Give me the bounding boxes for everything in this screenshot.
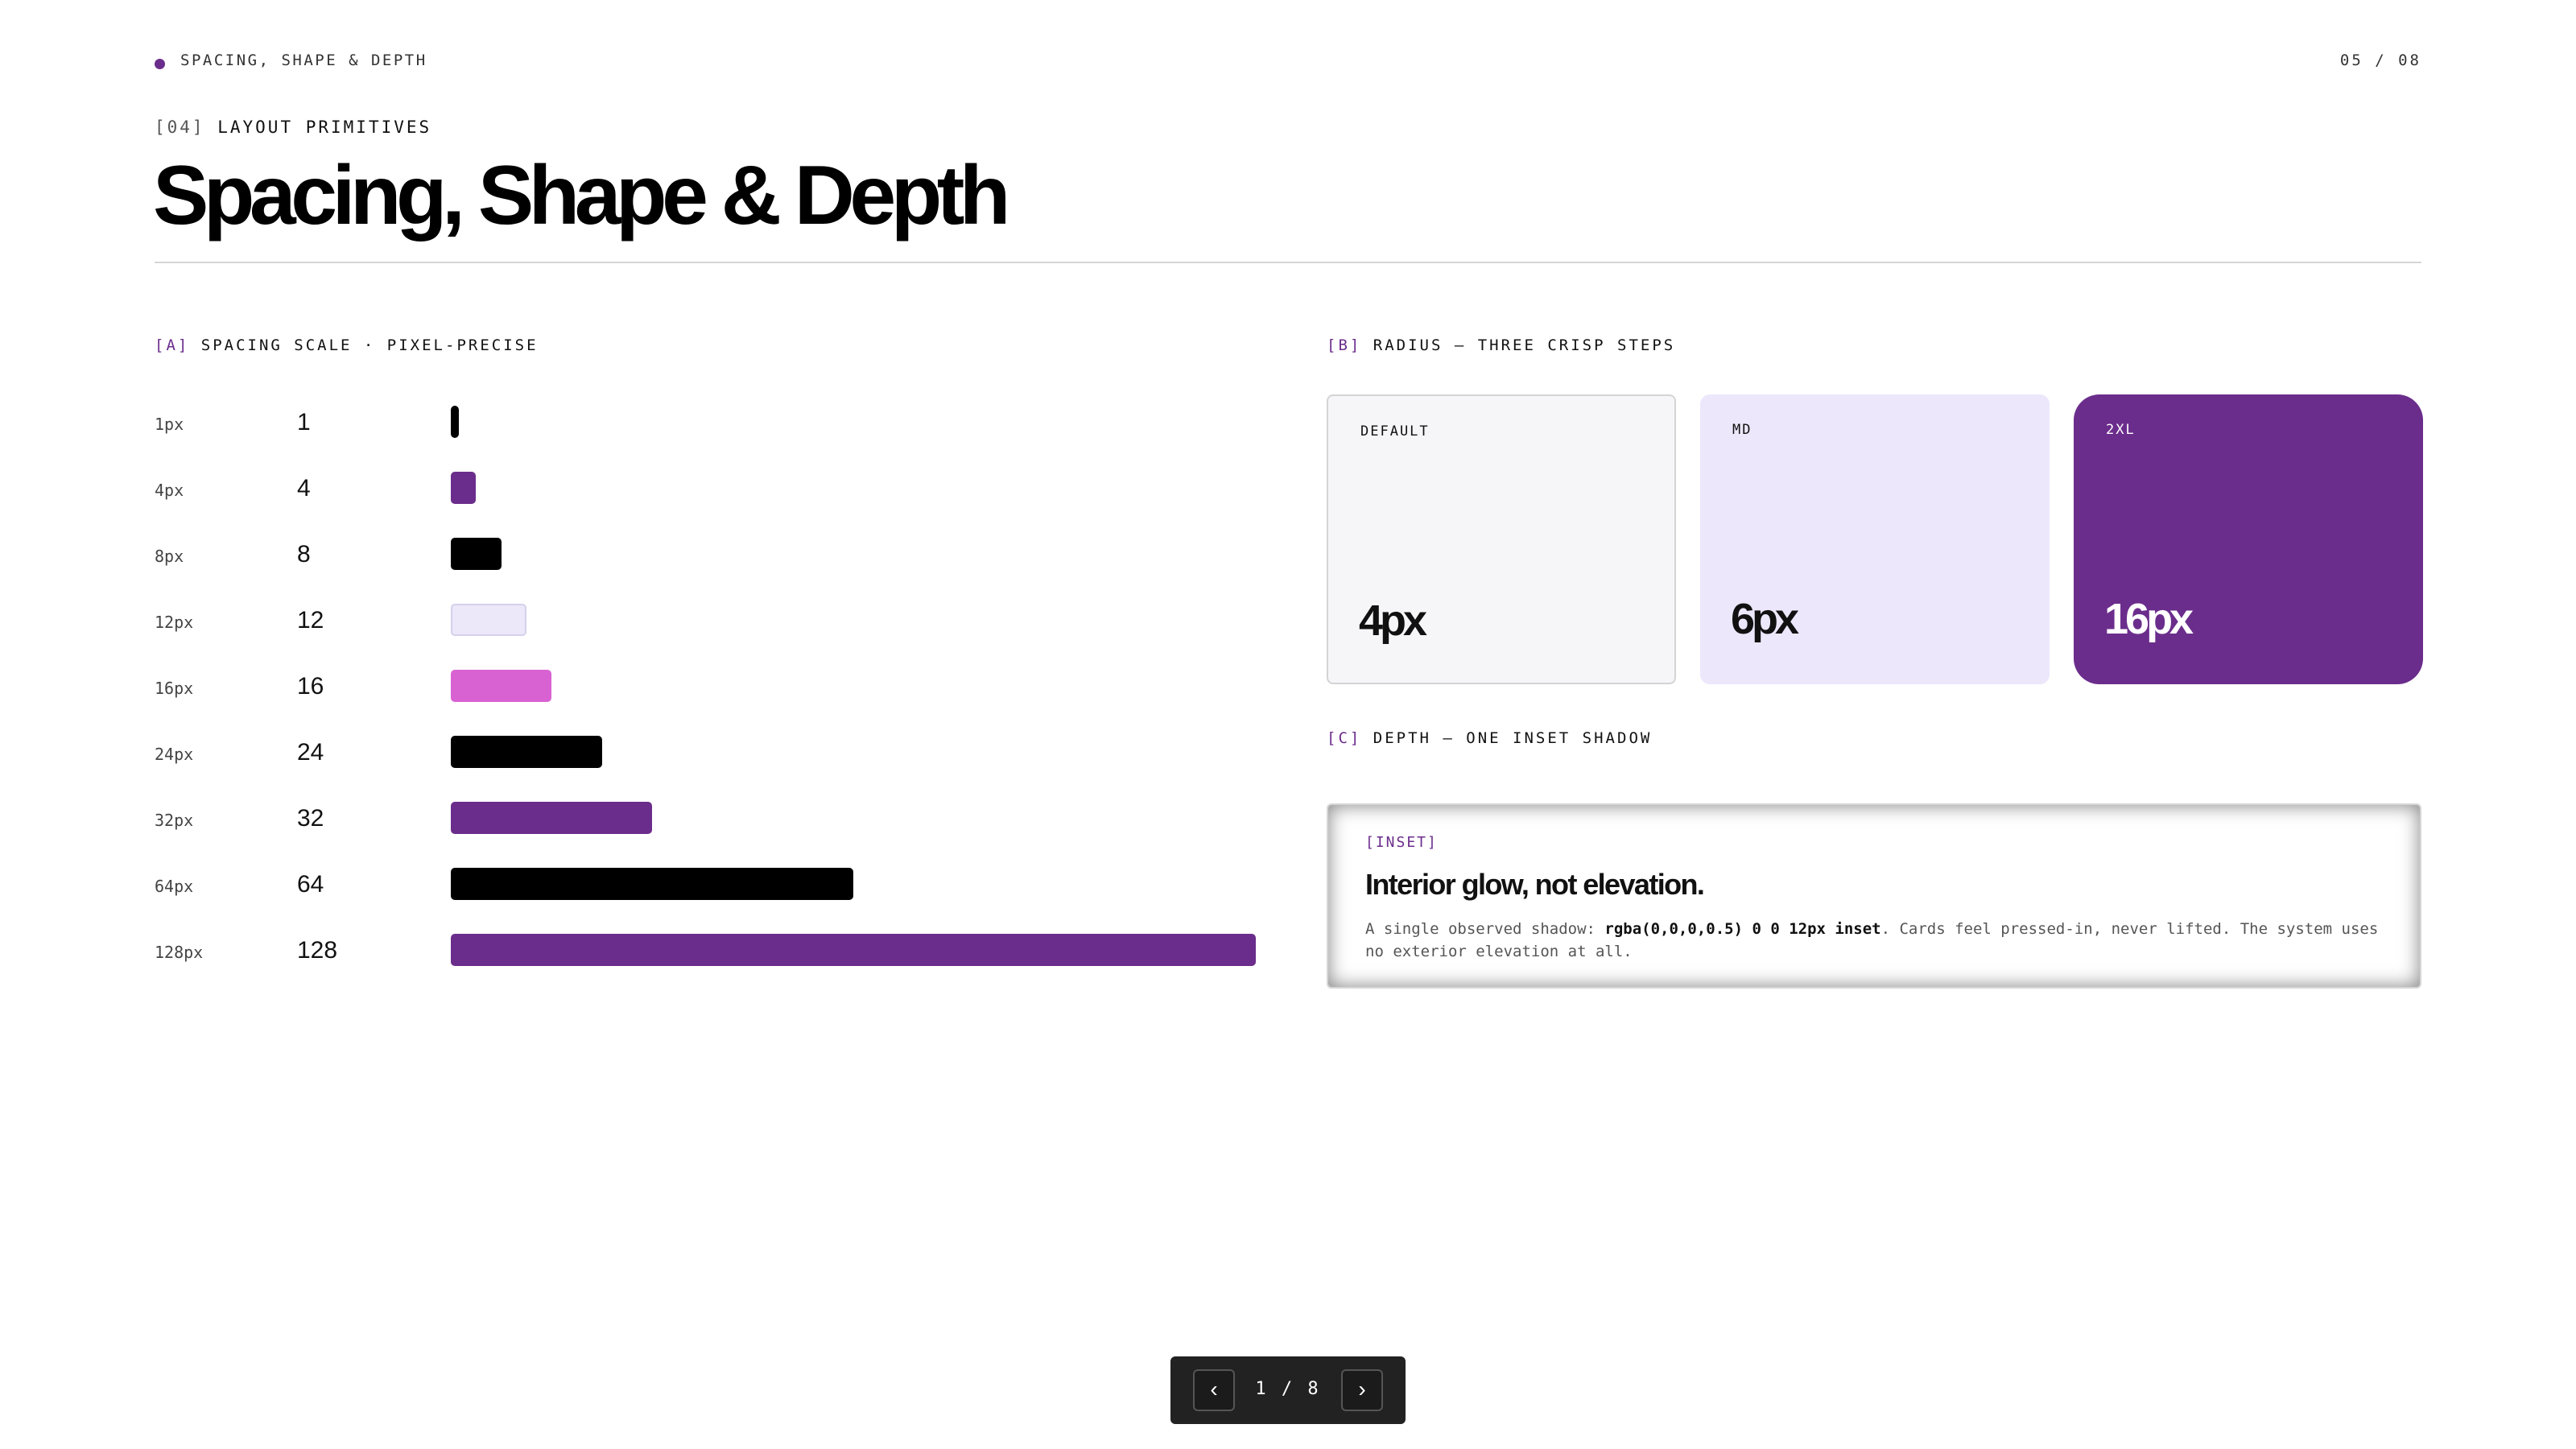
page-indicator: 05 / 08 xyxy=(2339,52,2421,69)
scale-bar xyxy=(451,472,476,504)
spacing-label: SPACING SCALE · PIXEL-PRECISE xyxy=(200,336,539,354)
scale-bar xyxy=(451,934,1256,966)
depth-section-label: [C] DEPTH — ONE INSET SHADOW xyxy=(1327,729,1652,747)
scale-px-label: 64px xyxy=(155,877,194,896)
scale-bar xyxy=(451,868,853,900)
radius-tag: [B] xyxy=(1327,336,1362,354)
depth-label: DEPTH — ONE INSET SHADOW xyxy=(1373,729,1653,747)
scale-row: 128px 128 xyxy=(155,931,1265,969)
scale-bar xyxy=(451,604,526,636)
scale-row: 1px 1 xyxy=(155,402,1265,441)
eyebrow-tag: [04] xyxy=(155,118,205,137)
spacing-section-label: [A] SPACING SCALE · PIXEL-PRECISE xyxy=(155,336,539,354)
eyebrow-label: LAYOUT PRIMITIVES xyxy=(217,118,432,137)
depth-tag: [C] xyxy=(1327,729,1362,747)
radius-card-md: MD 6px xyxy=(1700,394,2050,684)
scale-px-label: 1px xyxy=(155,415,184,434)
scale-value: 128 xyxy=(297,937,338,964)
scale-value: 4 xyxy=(297,475,311,502)
section-eyebrow: [04] LAYOUT PRIMITIVES xyxy=(155,118,431,137)
scale-row: 24px 24 xyxy=(155,733,1265,771)
radius-card-label: 2XL xyxy=(2106,422,2136,438)
scale-value: 12 xyxy=(297,607,324,634)
radius-card-label: MD xyxy=(1732,422,1752,438)
scale-row: 32px 32 xyxy=(155,799,1265,837)
shadow-code: rgba(0,0,0,0.5) 0 0 12px inset xyxy=(1604,920,1881,938)
scale-px-label: 32px xyxy=(155,811,194,830)
scale-bar xyxy=(451,538,502,570)
slide-pager: ‹ 1 / 8 › xyxy=(1170,1356,1406,1424)
breadcrumb: SPACING, SHAPE & DEPTH xyxy=(180,52,427,69)
scale-px-label: 128px xyxy=(155,943,204,962)
title-divider xyxy=(155,262,2421,263)
scale-row: 4px 4 xyxy=(155,469,1265,507)
scale-value: 32 xyxy=(297,805,324,832)
scale-row: 64px 64 xyxy=(155,865,1265,903)
scale-value: 24 xyxy=(297,739,324,766)
radius-card-2xl: 2XL 16px xyxy=(2074,394,2423,684)
scale-bar xyxy=(451,802,652,834)
scale-px-label: 8px xyxy=(155,547,184,566)
scale-row: 16px 16 xyxy=(155,667,1265,705)
bullet-dot-icon xyxy=(155,59,165,69)
scale-px-label: 4px xyxy=(155,481,184,500)
page-title: Spacing, Shape & Depth xyxy=(153,149,1010,242)
scale-px-label: 16px xyxy=(155,679,194,698)
inset-card-heading: Interior glow, not elevation. xyxy=(1365,868,1705,901)
scale-value: 8 xyxy=(297,541,311,568)
scale-bar xyxy=(451,670,551,702)
inset-shadow-card: [INSET] Interior glow, not elevation. A … xyxy=(1327,803,2421,989)
scale-bar xyxy=(451,406,459,438)
spacing-tag: [A] xyxy=(155,336,190,354)
radius-card-label: DEFAULT xyxy=(1360,423,1430,440)
radius-card-value: 16px xyxy=(2104,595,2194,643)
scale-value: 16 xyxy=(297,673,324,700)
scale-value: 1 xyxy=(297,409,311,436)
radius-card-value: 6px xyxy=(1731,595,1799,643)
inset-card-tag: [INSET] xyxy=(1365,834,1438,851)
chevron-right-icon: › xyxy=(1358,1377,1366,1402)
radius-label: RADIUS — THREE CRISP STEPS xyxy=(1373,336,1676,354)
scale-px-label: 12px xyxy=(155,613,194,632)
next-slide-button[interactable]: › xyxy=(1341,1369,1383,1411)
radius-section-label: [B] RADIUS — THREE CRISP STEPS xyxy=(1327,336,1675,354)
scale-px-label: 24px xyxy=(155,745,194,764)
scale-row: 8px 8 xyxy=(155,535,1265,573)
inset-card-body: A single observed shadow: rgba(0,0,0,0.5… xyxy=(1365,918,2380,963)
scale-bar xyxy=(451,736,602,768)
body-prefix: A single observed shadow: xyxy=(1365,920,1605,938)
radius-card-default: DEFAULT 4px xyxy=(1327,394,1676,684)
radius-card-value: 4px xyxy=(1359,597,1427,645)
scale-row: 12px 12 xyxy=(155,601,1265,639)
top-bar: SPACING, SHAPE & DEPTH 05 / 08 xyxy=(155,52,2421,76)
scale-value: 64 xyxy=(297,871,324,898)
